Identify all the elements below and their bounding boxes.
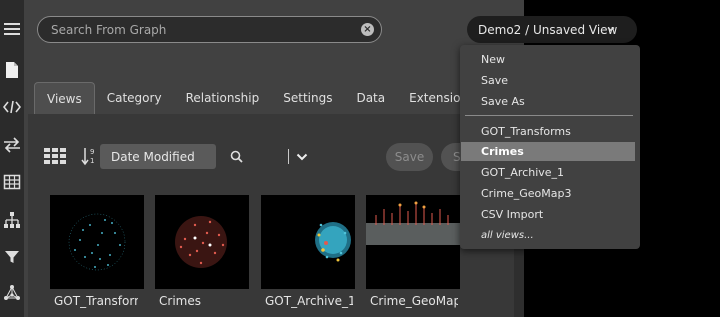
hamburger-menu-icon[interactable] <box>2 19 22 39</box>
sort-select-label: Date Modified <box>111 149 195 164</box>
tab-relationship[interactable]: Relationship <box>174 82 272 114</box>
view-thumbnail-got-archive-1[interactable] <box>261 195 355 289</box>
menu-item-all-views[interactable]: all views... <box>460 226 640 245</box>
table-icon[interactable] <box>2 172 22 192</box>
thumbnail-label: Crimes <box>159 294 201 308</box>
hierarchy-icon[interactable] <box>2 210 22 230</box>
menu-item-save-as[interactable]: Save As <box>460 92 640 111</box>
network-icon[interactable] <box>2 283 22 303</box>
view-dropdown-menu: New Save Save As GOT_Transforms Crimes G… <box>460 45 640 249</box>
menu-item-view-got-transforms[interactable]: GOT_Transforms <box>460 122 640 141</box>
thumbnail-graph-image <box>315 222 351 262</box>
search-bar: × <box>37 16 382 43</box>
thumbnail-label: GOT_Transforms <box>54 294 138 308</box>
chevron-down-icon <box>607 27 615 32</box>
thumbnail-label: Crime_GeoMap3 <box>370 294 458 308</box>
search-icon[interactable] <box>230 150 243 163</box>
chevron-down-icon <box>296 153 308 161</box>
sort-divider <box>288 149 289 164</box>
svg-text:1: 1 <box>90 157 94 165</box>
menu-item-new[interactable]: New <box>460 50 640 69</box>
view-selector[interactable]: Demo2 / Unsaved View <box>467 16 637 43</box>
view-thumbnail-crimes[interactable] <box>155 195 249 289</box>
view-selector-label: Demo2 / Unsaved View <box>478 22 618 37</box>
filter-icon[interactable] <box>2 247 22 267</box>
thumbnail-graph-image <box>68 213 126 271</box>
thumbnail-graph-image <box>175 216 227 268</box>
menu-item-view-csv-import[interactable]: CSV Import <box>460 205 640 224</box>
code-icon[interactable] <box>2 97 22 117</box>
menu-item-view-crimes[interactable]: Crimes <box>461 142 635 161</box>
tab-data[interactable]: Data <box>344 82 397 114</box>
icon-rail <box>0 0 24 317</box>
svg-text:9: 9 <box>90 148 94 156</box>
document-icon[interactable] <box>2 60 22 80</box>
menu-item-save[interactable]: Save <box>460 71 640 90</box>
swap-arrows-icon[interactable] <box>2 135 22 155</box>
sort-order-icon[interactable]: 9 1 <box>81 146 97 166</box>
thumbnail-label: GOT_Archive_1 <box>265 294 353 308</box>
grid-view-icon[interactable] <box>44 148 66 164</box>
menu-item-view-crime-geomap3[interactable]: Crime_GeoMap3 <box>460 184 640 203</box>
search-input[interactable] <box>51 22 351 37</box>
view-thumbnail-got-transforms[interactable] <box>50 195 144 289</box>
thumbnail-map-image <box>366 195 460 245</box>
tab-category[interactable]: Category <box>95 82 174 114</box>
sort-select[interactable]: Date Modified <box>100 144 308 169</box>
menu-item-view-got-archive-1[interactable]: GOT_Archive_1 <box>460 163 640 182</box>
save-button[interactable]: Save <box>386 143 433 171</box>
tab-views[interactable]: Views <box>34 82 95 114</box>
tab-settings[interactable]: Settings <box>271 82 344 114</box>
view-thumbnail-crime-geomap3[interactable] <box>366 195 460 289</box>
clear-search-icon[interactable]: × <box>361 23 374 36</box>
menu-separator <box>465 115 633 116</box>
tab-bar: Views Category Relationship Settings Dat… <box>34 82 486 114</box>
